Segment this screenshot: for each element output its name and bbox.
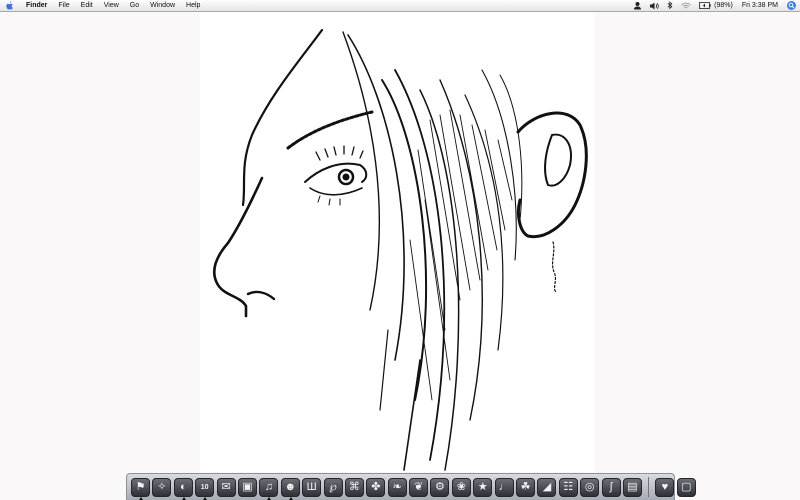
dock-downloads-stack-icon[interactable]: ♥ [655, 477, 675, 497]
menu-edit[interactable]: Edit [81, 0, 93, 11]
app-grid-glyph: ☷ [563, 480, 574, 493]
dock: ⚑ ✧ ◐ 10 ✉ ▣ ♫ ☻ Ш ℘ ⌘ ✤ ❧ ❦ ⚙ ❀ ★ ♩ ☘ ◢ ☷ ◎ ∫ ▤ ♥ ▢ [126, 473, 696, 500]
menu-clock[interactable]: Fri 3:38 PM [742, 0, 778, 11]
app-bird-glyph: ❀ [456, 480, 466, 493]
app-box-glyph: ▤ [627, 480, 638, 493]
app-star-glyph: ★ [477, 480, 488, 493]
app-note-glyph: ♩ [498, 480, 510, 493]
dock-app-star-icon[interactable]: ★ [473, 477, 493, 497]
running-indicator [181, 496, 186, 500]
app-fan-glyph: ✤ [371, 480, 381, 493]
dock-trash-icon[interactable]: ▢ [676, 477, 696, 497]
menu-bar: Finder File Edit View Go Window Help (98… [0, 0, 800, 12]
dock-app-bird-icon[interactable]: ❀ [451, 477, 471, 497]
dock-app-disc-icon[interactable]: ◎ [580, 477, 600, 497]
menu-window[interactable]: Window [150, 0, 175, 11]
dock-ical-icon[interactable]: 10 [195, 477, 215, 500]
menu-view[interactable]: View [104, 0, 119, 11]
app-gear-glyph: ⚙ [435, 480, 445, 493]
menu-go[interactable]: Go [130, 0, 139, 11]
safari-glyph: ◐ [179, 480, 187, 493]
running-indicator [139, 496, 143, 500]
dock-dashboard-icon[interactable]: ✧ [152, 477, 172, 497]
bluetooth-icon[interactable] [667, 0, 673, 11]
menu-file[interactable]: File [58, 0, 69, 11]
volume-icon[interactable] [650, 0, 659, 11]
menu-help[interactable]: Help [186, 0, 200, 11]
itunes-glyph: ♫ [264, 480, 273, 493]
dock-app-duck-icon[interactable]: ☘ [516, 477, 536, 497]
menu-finder[interactable]: Finder [26, 0, 47, 11]
dock-iphoto-icon[interactable]: ▣ [237, 477, 257, 497]
apple-icon[interactable] [6, 1, 14, 10]
dock-app-fan-icon[interactable]: ✤ [366, 477, 386, 497]
downloads-stack-glyph: ♥ [661, 480, 669, 493]
mail-glyph: ✉ [221, 480, 231, 493]
dock-app-feather-icon[interactable]: ❦ [409, 477, 429, 497]
battery-icon[interactable] [699, 0, 711, 11]
dock-divider[interactable] [648, 477, 650, 497]
dock-mail-icon[interactable]: ✉ [216, 477, 236, 497]
dock-app-leaf-icon[interactable]: ❧ [387, 477, 407, 497]
dock-app-h-icon[interactable]: ⌘ [344, 477, 364, 497]
app-leaf-glyph: ❧ [392, 480, 402, 493]
user-icon[interactable] [633, 0, 642, 11]
ichat-glyph: ☻ [284, 480, 297, 493]
running-indicator [267, 496, 272, 500]
dock-app-box-icon[interactable]: ▤ [622, 477, 642, 497]
app-p-glyph: ℘ [329, 480, 337, 493]
dock-app-p-icon[interactable]: ℘ [323, 477, 343, 497]
dock-app-note-icon[interactable]: ♩ [494, 477, 514, 497]
dock-app-gear-icon[interactable]: ⚙ [430, 477, 450, 497]
dock-safari-icon[interactable]: ◐ [173, 477, 193, 500]
ical-glyph: 10 [200, 483, 209, 491]
app-feather-glyph: ❦ [413, 480, 424, 493]
dock-app-grid-icon[interactable]: ☷ [558, 477, 578, 497]
finder-glyph: ⚑ [135, 480, 146, 493]
app-h-glyph: ⌘ [348, 480, 360, 493]
app-duck-glyph: ☘ [520, 480, 531, 493]
running-indicator [288, 496, 293, 500]
dashboard-glyph: ✧ [157, 480, 167, 493]
battery-percent: (98%) [714, 2, 733, 9]
trash-glyph: ▢ [681, 480, 692, 493]
running-indicator [203, 496, 208, 500]
dock-app-w-icon[interactable]: Ш [302, 477, 322, 497]
desktop[interactable] [0, 12, 800, 500]
app-fin-glyph: ◢ [542, 480, 552, 493]
dock-app-script-icon[interactable]: ∫ [601, 477, 621, 497]
spotlight-icon[interactable] [787, 1, 796, 10]
app-script-glyph: ∫ [609, 480, 613, 493]
iphoto-glyph: ▣ [242, 480, 253, 493]
dock-finder-icon[interactable]: ⚑ [131, 477, 150, 500]
app-w-glyph: Ш [306, 480, 317, 493]
dock-app-fin-icon[interactable]: ◢ [537, 477, 557, 497]
dock-app-list: ⚑ ✧ ◐ 10 ✉ ▣ ♫ ☻ Ш ℘ ⌘ ✤ ❧ ❦ ⚙ ❀ ★ ♩ ☘ ◢ ☷ ◎ ∫ ▤ ♥ ▢ [131, 476, 698, 500]
dock-itunes-icon[interactable]: ♫ [259, 477, 279, 500]
wifi-icon[interactable] [681, 0, 691, 11]
app-disc-glyph: ◎ [584, 480, 595, 493]
wallpaper-sketch [200, 12, 595, 472]
dock-ichat-icon[interactable]: ☻ [280, 477, 300, 500]
